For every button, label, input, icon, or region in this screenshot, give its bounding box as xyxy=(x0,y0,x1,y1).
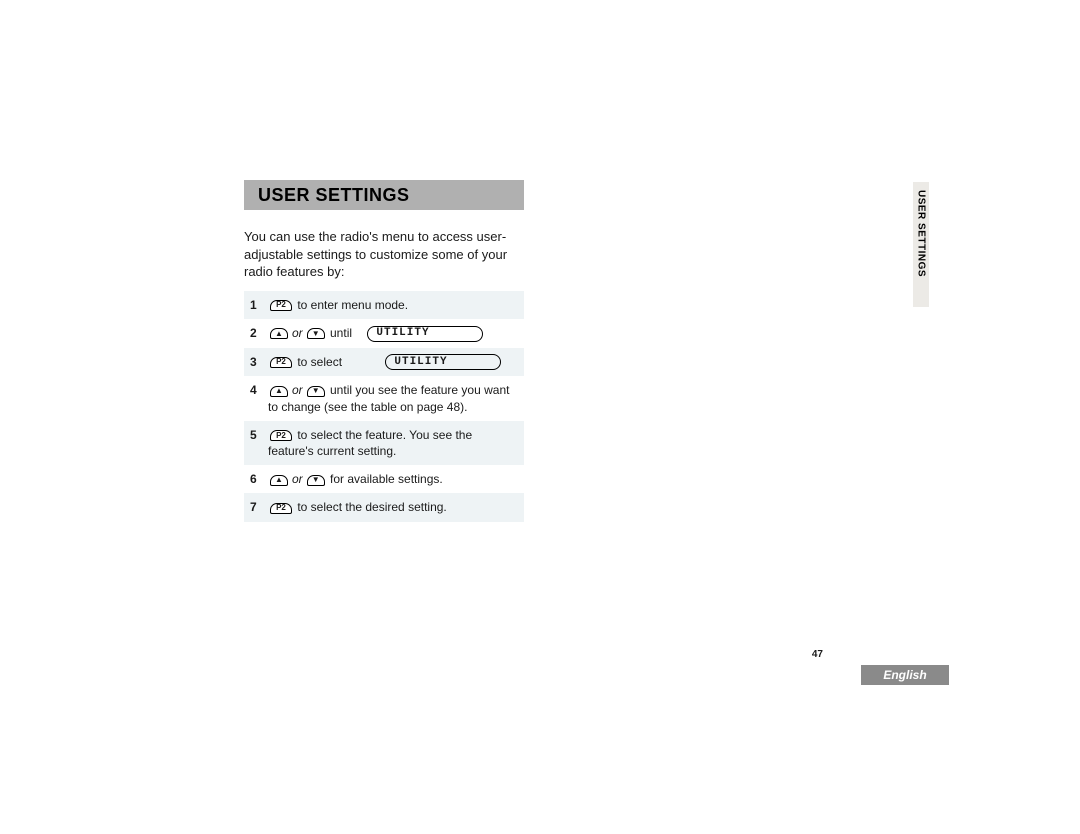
step-text: until xyxy=(327,326,352,340)
section-title-bar: USER SETTINGS xyxy=(244,180,524,210)
step-row: 2 ▲ or ▼ until UTILITY xyxy=(244,319,524,348)
lcd-display: UTILITY xyxy=(385,354,501,370)
step-number: 6 xyxy=(250,471,264,486)
up-arrow-icon: ▲ xyxy=(270,328,288,339)
language-label: English xyxy=(883,668,926,682)
p2-button-icon: P2 xyxy=(270,430,292,441)
side-tab: USER SETTINGS xyxy=(913,182,929,307)
step-number: 2 xyxy=(250,325,264,340)
step-text: until you see the feature you want to ch… xyxy=(268,383,509,413)
step-text: for available settings. xyxy=(327,472,443,486)
step-row: 1 P2 to enter menu mode. xyxy=(244,291,524,319)
step-body: P2 to select UTILITY xyxy=(264,354,518,371)
or-text: or xyxy=(292,383,303,397)
p2-button-icon: P2 xyxy=(270,300,292,311)
step-number: 4 xyxy=(250,382,264,397)
step-row: 4 ▲ or ▼ until you see the feature you wan… xyxy=(244,376,524,420)
step-number: 5 xyxy=(250,427,264,442)
up-arrow-icon: ▲ xyxy=(270,475,288,486)
section-title: USER SETTINGS xyxy=(258,185,410,206)
step-text: to select the feature. You see the featu… xyxy=(268,428,472,458)
step-row: 6 ▲ or ▼ for available settings. xyxy=(244,465,524,493)
side-tab-label: USER SETTINGS xyxy=(916,182,927,277)
or-text: or xyxy=(292,326,303,340)
down-arrow-icon: ▼ xyxy=(307,386,325,397)
step-body: P2 to enter menu mode. xyxy=(264,297,518,313)
or-text: or xyxy=(292,472,303,486)
step-body: P2 to select the desired setting. xyxy=(264,499,518,515)
step-row: 3 P2 to select UTILITY xyxy=(244,348,524,377)
step-body: ▲ or ▼ until UTILITY xyxy=(264,325,518,342)
down-arrow-icon: ▼ xyxy=(307,475,325,486)
step-body: P2 to select the feature. You see the fe… xyxy=(264,427,518,459)
language-badge: English xyxy=(861,665,949,685)
steps-table: 1 P2 to enter menu mode. 2 ▲ or ▼ until UT… xyxy=(244,291,524,522)
step-number: 1 xyxy=(250,297,264,312)
step-body: ▲ or ▼ until you see the feature you want … xyxy=(264,382,518,414)
step-body: ▲ or ▼ for available settings. xyxy=(264,471,518,487)
step-number: 7 xyxy=(250,499,264,514)
intro-paragraph: You can use the radio's menu to access u… xyxy=(244,228,522,281)
step-row: 5 P2 to select the feature. You see the … xyxy=(244,421,524,465)
lcd-display: UTILITY xyxy=(367,326,483,342)
down-arrow-icon: ▼ xyxy=(307,328,325,339)
step-text: to enter menu mode. xyxy=(294,298,408,312)
step-text: to select the desired setting. xyxy=(294,500,447,514)
p2-button-icon: P2 xyxy=(270,503,292,514)
lcd-text: UTILITY xyxy=(394,355,447,370)
step-number: 3 xyxy=(250,354,264,369)
step-row: 7 P2 to select the desired setting. xyxy=(244,493,524,521)
page-number: 47 xyxy=(812,649,823,660)
p2-button-icon: P2 xyxy=(270,357,292,368)
step-text: to select xyxy=(294,355,342,369)
up-arrow-icon: ▲ xyxy=(270,386,288,397)
lcd-text: UTILITY xyxy=(376,326,429,341)
